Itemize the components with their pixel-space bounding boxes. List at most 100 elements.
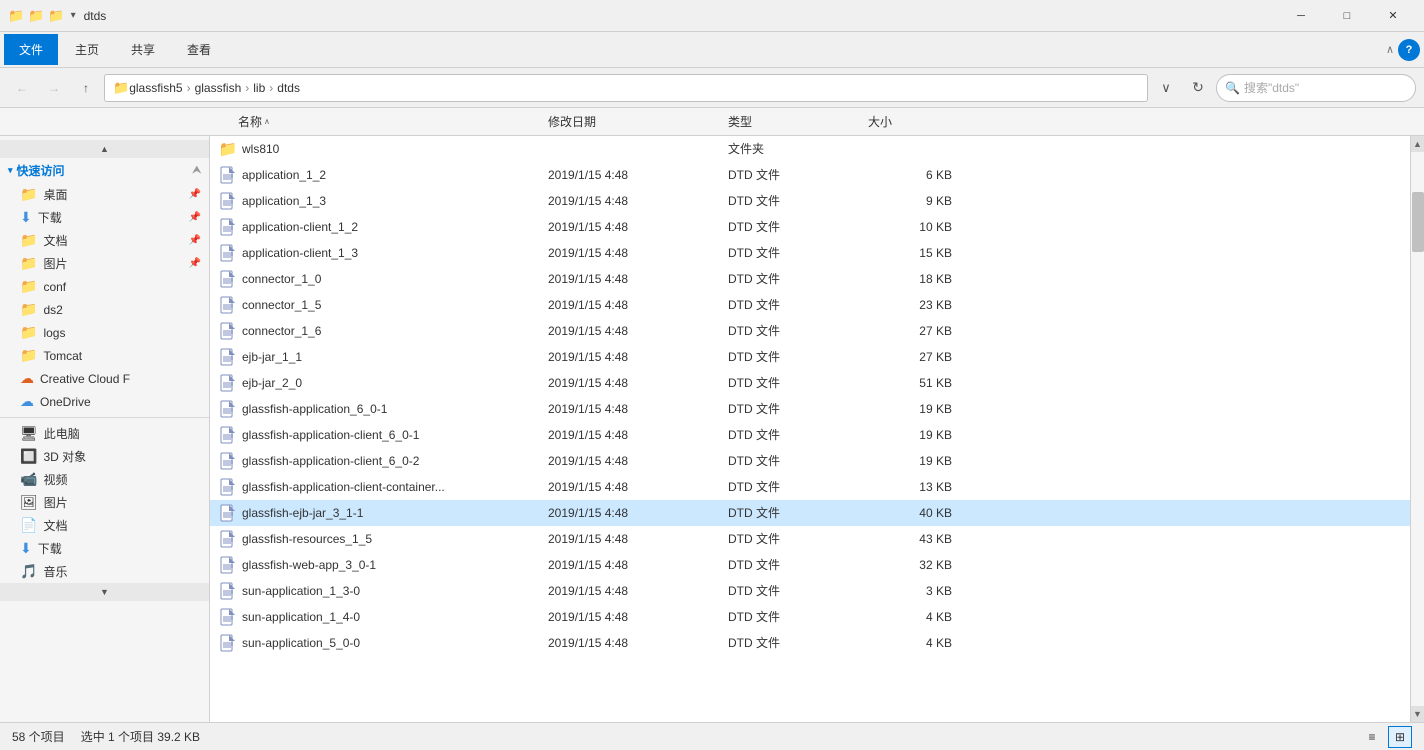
table-row[interactable]: glassfish-ejb-jar_3_1-12019/1/15 4:48DTD… xyxy=(210,500,1410,526)
creative-cloud-icon: ☁ xyxy=(20,370,34,387)
table-row[interactable]: glassfish-application-client-container..… xyxy=(210,474,1410,500)
file-date: 2019/1/15 4:48 xyxy=(548,480,728,494)
file-type: DTD 文件 xyxy=(728,166,868,183)
table-row[interactable]: application-client_1_22019/1/15 4:48DTD … xyxy=(210,214,1410,240)
address-box[interactable]: 📁 glassfish5 › glassfish › lib › dtds xyxy=(104,74,1148,102)
dtd-file-icon xyxy=(218,452,238,470)
table-row[interactable]: sun-application_1_3-02019/1/15 4:48DTD 文… xyxy=(210,578,1410,604)
dtd-file-icon xyxy=(218,556,238,574)
scroll-down-arrow[interactable]: ▼ xyxy=(1411,706,1424,722)
table-row[interactable]: glassfish-web-app_3_0-12019/1/15 4:48DTD… xyxy=(210,552,1410,578)
table-row[interactable]: sun-application_1_4-02019/1/15 4:48DTD 文… xyxy=(210,604,1410,630)
file-date: 2019/1/15 4:48 xyxy=(548,506,728,520)
close-button[interactable]: ✕ xyxy=(1370,0,1416,32)
file-name: application_1_3 xyxy=(238,194,548,208)
breadcrumb-dtds[interactable]: dtds xyxy=(277,81,300,95)
ribbon-collapse-btn[interactable]: ∧ xyxy=(1386,43,1394,56)
scrollbar-track[interactable] xyxy=(1411,152,1424,706)
breadcrumb-lib[interactable]: lib xyxy=(253,81,265,95)
sidebar-item-this-pc[interactable]: 🖥 此电脑 xyxy=(0,422,209,445)
file-date: 2019/1/15 4:48 xyxy=(548,636,728,650)
col-header-type[interactable]: 类型 xyxy=(720,113,860,130)
dtd-file-icon xyxy=(218,244,238,262)
scrollbar-thumb xyxy=(1412,192,1424,252)
sidebar-item-label: 音乐 xyxy=(43,563,201,580)
sidebar-item-videos[interactable]: 📹 视频 xyxy=(0,468,209,491)
table-row[interactable]: connector_1_52019/1/15 4:48DTD 文件23 KB xyxy=(210,292,1410,318)
table-row[interactable]: 📁wls810文件夹 xyxy=(210,136,1410,162)
table-row[interactable]: application_1_32019/1/15 4:48DTD 文件9 KB xyxy=(210,188,1410,214)
refresh-button[interactable]: ↻ xyxy=(1184,74,1212,102)
forward-button[interactable]: → xyxy=(40,74,68,102)
sidebar-item-onedrive[interactable]: ☁ OneDrive xyxy=(0,390,209,413)
sidebar-scroll-down[interactable]: ▼ xyxy=(0,583,209,601)
tab-share[interactable]: 共享 xyxy=(116,34,170,65)
file-size: 18 KB xyxy=(868,272,968,286)
table-row[interactable]: glassfish-application-client_6_0-12019/1… xyxy=(210,422,1410,448)
file-name: ejb-jar_2_0 xyxy=(238,376,548,390)
sidebar-item-tomcat[interactable]: 📁 Tomcat xyxy=(0,344,209,367)
table-row[interactable]: application-client_1_32019/1/15 4:48DTD … xyxy=(210,240,1410,266)
col-header-date[interactable]: 修改日期 xyxy=(540,113,720,130)
help-button[interactable]: ? xyxy=(1398,39,1420,61)
table-row[interactable]: connector_1_02019/1/15 4:48DTD 文件18 KB xyxy=(210,266,1410,292)
sidebar-quick-access[interactable]: ▾ 快速访问 ⮝ xyxy=(0,158,209,183)
sidebar-item-downloads[interactable]: ⬇ 下载 📌 xyxy=(0,206,209,229)
maximize-button[interactable]: □ xyxy=(1324,0,1370,32)
file-list[interactable]: 📁wls810文件夹application_1_22019/1/15 4:48D… xyxy=(210,136,1410,722)
sidebar-item-ds2[interactable]: 📁 ds2 xyxy=(0,298,209,321)
pin-icon: 📌 xyxy=(189,189,201,200)
back-button[interactable]: ← xyxy=(8,74,36,102)
file-size: 13 KB xyxy=(868,480,968,494)
file-size: 19 KB xyxy=(868,402,968,416)
file-name: application-client_1_3 xyxy=(238,246,548,260)
address-chevron-btn[interactable]: ∨ xyxy=(1152,74,1180,102)
view-grid-button[interactable]: ⊞ xyxy=(1388,726,1412,748)
dtd-file-icon xyxy=(218,608,238,626)
tab-view[interactable]: 查看 xyxy=(172,34,226,65)
sidebar-item-documents[interactable]: 📁 文档 📌 xyxy=(0,229,209,252)
tab-file[interactable]: 文件 xyxy=(4,34,58,65)
file-type: DTD 文件 xyxy=(728,608,868,625)
sidebar-item-downloads2[interactable]: ⬇ 下载 xyxy=(0,537,209,560)
scroll-up-arrow[interactable]: ▲ xyxy=(1411,136,1424,152)
breadcrumb-glassfish5[interactable]: glassfish5 xyxy=(129,81,182,95)
file-type: DTD 文件 xyxy=(728,374,868,391)
table-row[interactable]: ejb-jar_2_02019/1/15 4:48DTD 文件51 KB xyxy=(210,370,1410,396)
sidebar-item-pictures[interactable]: 📁 图片 📌 xyxy=(0,252,209,275)
table-row[interactable]: connector_1_62019/1/15 4:48DTD 文件27 KB xyxy=(210,318,1410,344)
pin-icon: 📌 xyxy=(189,258,201,269)
sidebar-item-creative-cloud[interactable]: ☁ Creative Cloud F xyxy=(0,367,209,390)
file-type: DTD 文件 xyxy=(728,504,868,521)
sidebar-item-desktop[interactable]: 📁 桌面 📌 xyxy=(0,183,209,206)
tab-home[interactable]: 主页 xyxy=(60,34,114,65)
col-header-size[interactable]: 大小 xyxy=(860,113,960,130)
music-icon: 🎵 xyxy=(20,563,37,580)
table-row[interactable]: glassfish-application-client_6_0-22019/1… xyxy=(210,448,1410,474)
col-header-name[interactable]: 名称 ∧ xyxy=(230,113,540,130)
sidebar-item-conf[interactable]: 📁 conf xyxy=(0,275,209,298)
dtd-file-icon xyxy=(218,400,238,418)
dtd-file-icon xyxy=(218,634,238,652)
sidebar-item-logs[interactable]: 📁 logs xyxy=(0,321,209,344)
table-row[interactable]: application_1_22019/1/15 4:48DTD 文件6 KB xyxy=(210,162,1410,188)
window-controls: ─ □ ✕ xyxy=(1278,0,1416,32)
sidebar-item-documents2[interactable]: 📄 文档 xyxy=(0,514,209,537)
table-row[interactable]: glassfish-application_6_0-12019/1/15 4:4… xyxy=(210,396,1410,422)
table-row[interactable]: sun-application_5_0-02019/1/15 4:48DTD 文… xyxy=(210,630,1410,656)
table-row[interactable]: ejb-jar_1_12019/1/15 4:48DTD 文件27 KB xyxy=(210,344,1410,370)
up-button[interactable]: ↑ xyxy=(72,74,100,102)
file-date: 2019/1/15 4:48 xyxy=(548,610,728,624)
sidebar-item-pictures2[interactable]: 🖼 图片 xyxy=(0,491,209,514)
sidebar-item-music[interactable]: 🎵 音乐 xyxy=(0,560,209,583)
search-box[interactable]: 🔍 搜索"dtds" xyxy=(1216,74,1416,102)
table-row[interactable]: glassfish-resources_1_52019/1/15 4:48DTD… xyxy=(210,526,1410,552)
onedrive-icon: ☁ xyxy=(20,393,34,410)
breadcrumb-glassfish[interactable]: glassfish xyxy=(195,81,242,95)
view-list-button[interactable]: ≡ xyxy=(1360,726,1384,748)
titlebar-dropdown-icon[interactable]: ▾ xyxy=(71,10,76,21)
file-date: 2019/1/15 4:48 xyxy=(548,558,728,572)
minimize-button[interactable]: ─ xyxy=(1278,0,1324,32)
sidebar-scroll-up[interactable]: ▲ xyxy=(0,140,209,158)
sidebar-item-3d-objects[interactable]: 🔲 3D 对象 xyxy=(0,445,209,468)
